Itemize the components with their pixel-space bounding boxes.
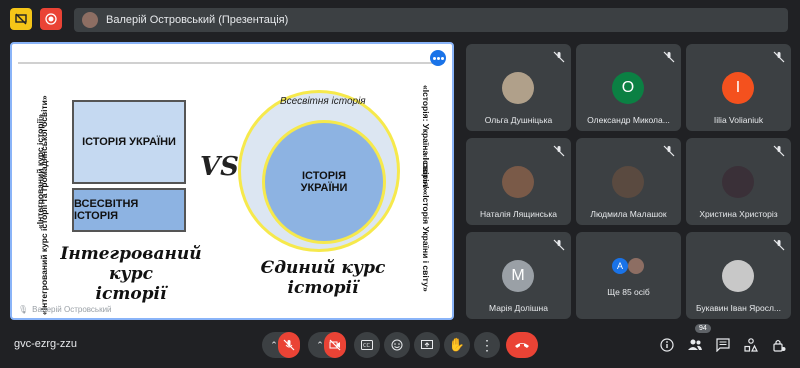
record-icon[interactable] (40, 8, 62, 30)
presenter-avatar (82, 12, 98, 28)
present-icon (421, 340, 433, 349)
presenter-label: Валерій Островський (Презентація) (106, 14, 289, 26)
participant-avatar: M (502, 260, 534, 292)
presenter-chip[interactable]: Валерій Островський (Презентація) (74, 8, 788, 32)
participant-tile[interactable]: Наталія Лящинська (466, 138, 571, 225)
hang-up-icon (515, 343, 529, 348)
watermark-text: Валерій Островський (32, 305, 112, 314)
box-world-history: ВСЕСВІТНЯ ІСТОРІЯ (72, 188, 186, 232)
svg-text:CC: CC (363, 343, 370, 349)
mic-muted-icon (773, 50, 785, 63)
participant-tile[interactable]: M Марія Долішна (466, 232, 571, 319)
participant-avatar: I (722, 72, 754, 104)
captions-icon: CC (361, 340, 373, 350)
mic-muted-icon (553, 50, 565, 63)
participant-avatar (612, 166, 644, 198)
more-participants-tile[interactable]: A Ще 85 осіб (576, 232, 681, 319)
mic-muted-icon (773, 144, 785, 157)
participant-tile[interactable]: О Олександр Микола... (576, 44, 681, 131)
participant-tile[interactable]: Людмила Малашок (576, 138, 681, 225)
more-options-button[interactable]: ⋮ (474, 332, 500, 358)
mic-muted-icon (663, 50, 675, 63)
reactions-button[interactable] (384, 332, 410, 358)
participant-avatar: О (612, 72, 644, 104)
activities-icon (744, 338, 758, 352)
activities-button[interactable] (740, 334, 762, 356)
captions-button[interactable]: CC (354, 332, 380, 358)
participant-tile[interactable]: Букавин Іван Яросл... (686, 232, 791, 319)
presentation-off-icon[interactable] (10, 8, 32, 30)
ring-outer-label: Всесвітня історія (280, 96, 366, 107)
mic-icon: 🎙 (18, 305, 29, 314)
chevron-up-icon[interactable]: ⌃ (270, 340, 278, 351)
present-button[interactable] (414, 332, 440, 358)
participant-name: Ольга Душніцька (484, 115, 553, 125)
participant-name: Букавин Іван Яросл... (695, 303, 782, 313)
participant-tile[interactable]: Христина Христоріз (686, 138, 791, 225)
participant-name: Олександр Микола... (587, 115, 670, 125)
more-participants-label: Ще 85 осіб (607, 287, 650, 297)
participant-avatar (628, 258, 644, 274)
chat-icon (716, 338, 730, 352)
bottom-control-bar: gvc-ezrg-zzu ⌃ ⌃ CC ✋ ⋮ 94 (0, 322, 800, 368)
host-controls-button[interactable] (768, 334, 790, 356)
participant-name: Наталія Лящинська (480, 209, 557, 219)
top-bar: Валерій Островський (Презентація) (0, 0, 800, 40)
vs-label: VS (200, 152, 239, 182)
participant-tile[interactable]: I Iilia Volianiuk (686, 44, 791, 131)
presentation-stage[interactable]: «Інтегрований курс історії та громадянсь… (10, 42, 454, 320)
mic-off-icon (283, 339, 295, 351)
right-vertical-text-2: «Історія» (421, 153, 431, 192)
participant-avatar (502, 72, 534, 104)
raise-hand-button[interactable]: ✋ (444, 332, 470, 358)
people-button[interactable] (684, 334, 706, 356)
more-vert-icon: ⋮ (480, 337, 494, 353)
participant-name: Iilia Volianiuk (713, 115, 764, 125)
mic-muted-icon (663, 144, 675, 157)
caption-left-line2: історії (95, 284, 167, 304)
mic-muted-icon (773, 238, 785, 251)
more-options-icon[interactable] (430, 50, 446, 66)
participant-avatar (722, 166, 754, 198)
people-icon (688, 339, 702, 350)
box-history-ukraine: ІСТОРІЯ УКРАЇНИ (72, 100, 186, 184)
caption-right-line1: Єдиний курс (260, 258, 386, 278)
participant-name: Людмила Малашок (590, 209, 667, 219)
caption-right-line2: історії (287, 278, 359, 298)
slide-watermark: 🎙 Валерій Островський (18, 305, 112, 314)
mic-muted-icon (553, 238, 565, 251)
participant-name: Марія Долішна (489, 303, 548, 313)
participant-avatar (722, 260, 754, 292)
participant-avatar: A (612, 258, 628, 274)
chevron-up-icon[interactable]: ⌃ (316, 340, 324, 351)
participant-avatar (502, 166, 534, 198)
mic-toggle-button[interactable] (278, 332, 300, 358)
participant-tile[interactable]: Ольга Душніцька (466, 44, 571, 131)
camera-toggle-button[interactable] (324, 332, 346, 358)
hand-icon: ✋ (448, 337, 466, 352)
mic-muted-icon (553, 144, 565, 157)
leave-call-button[interactable] (506, 332, 538, 358)
info-icon (660, 338, 674, 352)
inner-ring: ІСТОРІЯ УКРАЇНИ (262, 120, 386, 244)
participant-name: Христина Христоріз (699, 209, 778, 219)
chat-button[interactable] (712, 334, 734, 356)
left-vertical-text-2: «Інтегрований курс історії» (35, 114, 45, 229)
slide-header-line (18, 54, 444, 64)
meeting-code: gvc-ezrg-zzu (14, 338, 77, 350)
lock-icon (773, 339, 786, 352)
emoji-icon (391, 339, 403, 351)
camera-off-icon (329, 339, 341, 351)
info-button[interactable] (656, 334, 678, 356)
caption-left-line1: Інтегрований курс (60, 244, 202, 284)
participants-count-badge: 94 (695, 324, 711, 333)
ring-inner-label: ІСТОРІЯ УКРАЇНИ (300, 170, 348, 194)
